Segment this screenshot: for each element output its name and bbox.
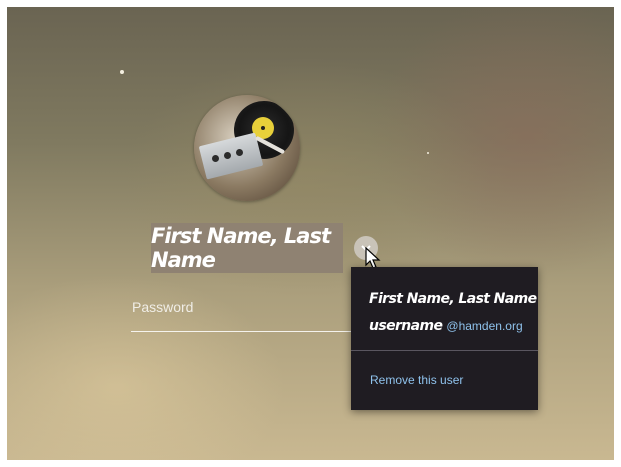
menu-account-line: username @hamden.org — [369, 315, 523, 334]
password-placeholder: Password — [132, 299, 194, 315]
menu-username: username — [369, 318, 443, 334]
user-name-label: First Name, Last Name — [151, 223, 343, 273]
knob-icon — [212, 155, 219, 162]
account-menu: First Name, Last Name username @hamden.or… — [351, 267, 538, 410]
dust-speck — [120, 70, 124, 74]
record-spindle — [261, 126, 265, 130]
knob-icon — [224, 152, 231, 159]
password-field[interactable]: Password — [131, 299, 361, 332]
menu-display-name: First Name, Last Name — [369, 291, 537, 307]
dust-speck — [427, 152, 429, 154]
user-avatar[interactable] — [194, 95, 300, 201]
knob-icon — [236, 149, 243, 156]
user-display-name: First Name, Last Name — [151, 224, 331, 272]
menu-divider — [351, 350, 538, 351]
remove-user-button[interactable]: Remove this user — [370, 373, 463, 387]
menu-domain: @hamden.org — [446, 319, 523, 333]
player-body — [198, 132, 264, 180]
